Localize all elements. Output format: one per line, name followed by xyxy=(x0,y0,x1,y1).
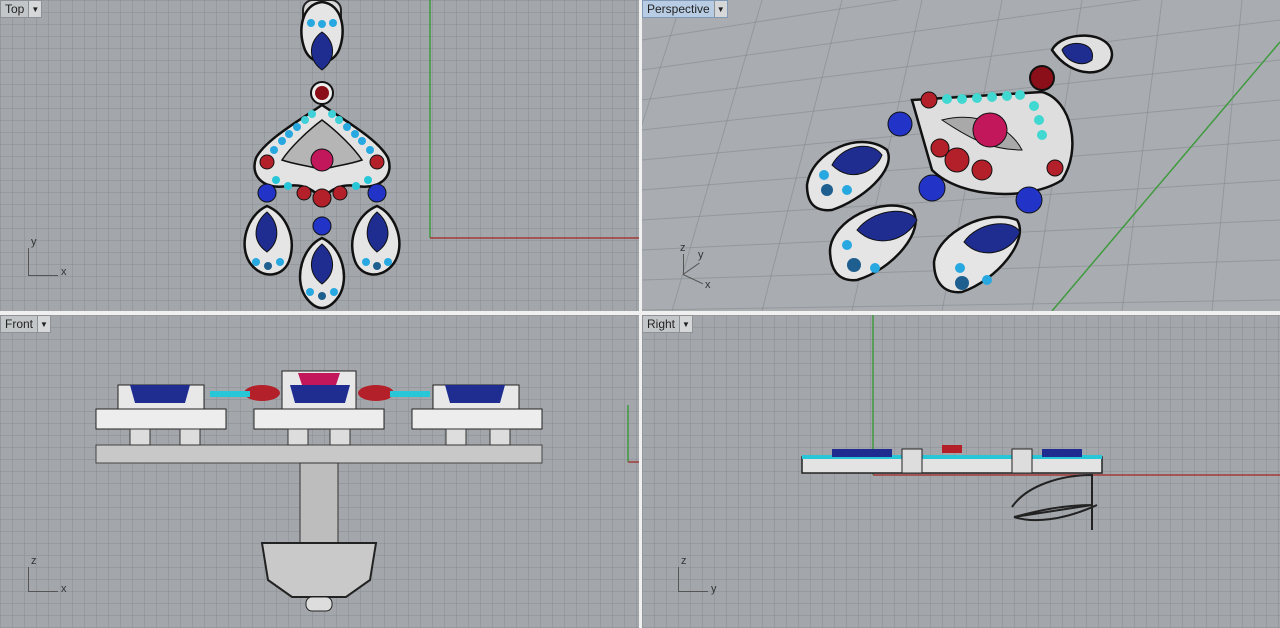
viewport-name: Top xyxy=(5,2,25,16)
axis-indicator-perspective: z y x xyxy=(678,242,738,294)
chevron-down-icon[interactable]: ▼ xyxy=(37,316,51,332)
axis-z-label: z xyxy=(681,555,687,567)
axis-z-label: z xyxy=(680,242,686,254)
axis-indicator-top: y x xyxy=(28,236,78,286)
viewport-title-perspective[interactable]: Perspective ▼ xyxy=(642,0,728,18)
top-viewport[interactable]: Top ▼ y x xyxy=(0,0,639,311)
front-view-model xyxy=(95,370,639,612)
axis-y-label: y xyxy=(711,583,717,595)
front-viewport[interactable]: Front ▼ z x xyxy=(0,315,639,628)
viewport-name: Perspective xyxy=(647,2,710,16)
perspective-viewport[interactable]: Perspective ▼ z y x xyxy=(642,0,1280,311)
chevron-down-icon[interactable]: ▼ xyxy=(679,316,693,332)
viewport-name: Front xyxy=(5,317,34,331)
axis-x-label: x xyxy=(61,266,67,278)
viewport-name: Right xyxy=(647,317,676,331)
chevron-down-icon[interactable]: ▼ xyxy=(28,1,42,17)
right-viewport[interactable]: Right ▼ z y xyxy=(642,315,1280,628)
axis-x-label: x xyxy=(61,583,67,595)
axis-y-label: y xyxy=(31,236,37,248)
axis-z-label: z xyxy=(31,555,37,567)
top-view-model xyxy=(243,0,639,310)
axis-indicator-front: z x xyxy=(28,555,78,605)
axis-indicator-right: z y xyxy=(678,555,728,605)
viewport-splitter-horizontal[interactable] xyxy=(0,311,1280,315)
axis-x-label: x xyxy=(705,279,711,291)
viewport-title-right[interactable]: Right ▼ xyxy=(642,315,694,333)
right-view-model xyxy=(801,315,1280,530)
viewport-title-front[interactable]: Front ▼ xyxy=(0,315,52,333)
axis-y-label: y xyxy=(698,249,704,261)
viewport-title-top[interactable]: Top ▼ xyxy=(0,0,43,18)
chevron-down-icon[interactable]: ▼ xyxy=(713,1,727,17)
